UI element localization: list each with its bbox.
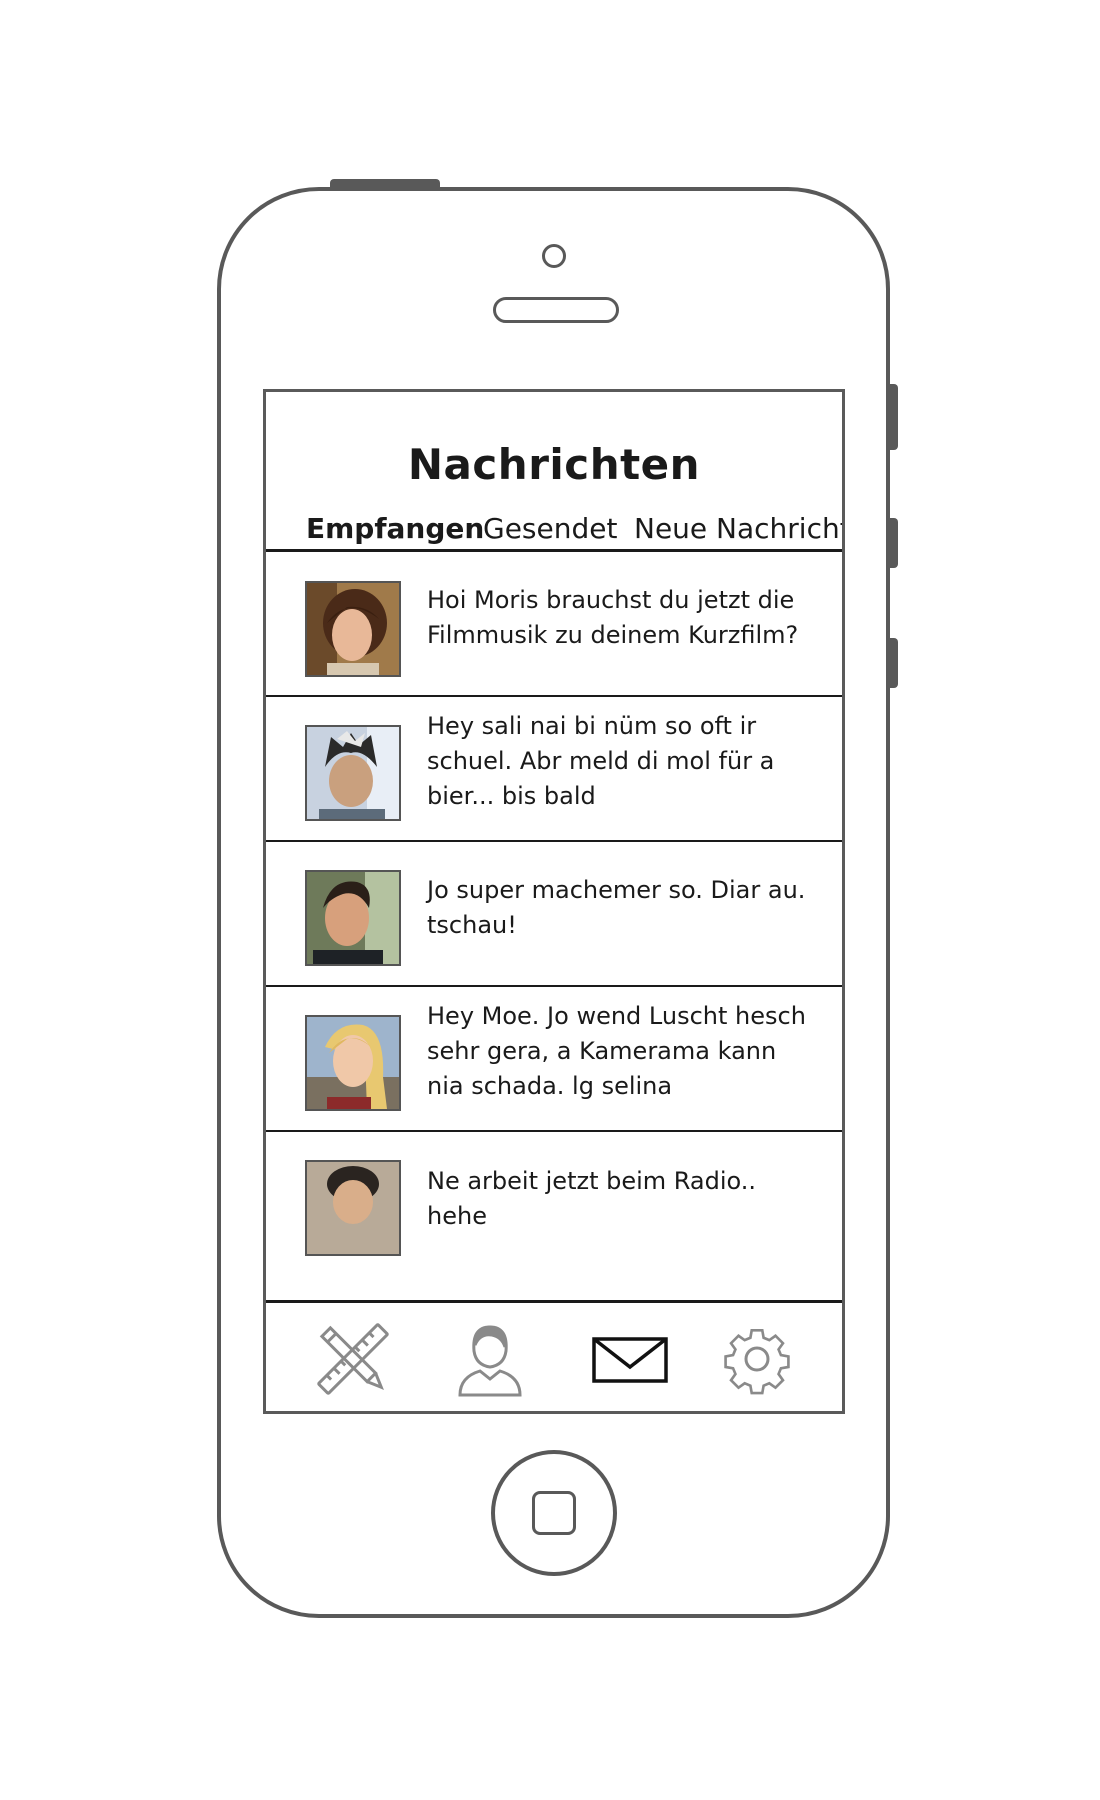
message-row[interactable]: Hey sali nai bi nüm so oft ir schuel. Ab… xyxy=(266,697,842,842)
avatar xyxy=(305,870,401,966)
home-button[interactable] xyxy=(491,1450,617,1576)
message-text: Hey sali nai bi nüm so oft ir schuel. Ab… xyxy=(427,712,775,810)
avatar xyxy=(305,1015,401,1111)
ruler-pencil-icon[interactable] xyxy=(313,1321,393,1397)
phone-screen: Nachrichten Empfangen Gesendet Neue Nach… xyxy=(263,389,845,1414)
message-row[interactable]: Hoi Moris brauchst du jetzt die Filmmusi… xyxy=(266,552,842,697)
tab-empfangen[interactable]: Empfangen xyxy=(306,512,484,545)
home-square-icon xyxy=(532,1491,576,1535)
gear-icon[interactable] xyxy=(717,1321,797,1397)
message-row[interactable]: Ne arbeit jetzt beim Radio.. hehe xyxy=(266,1132,842,1275)
message-row[interactable]: Jo super machemer so. Diar au. tschau! xyxy=(266,842,842,987)
volume-up-button[interactable] xyxy=(889,518,898,568)
earpiece-speaker xyxy=(493,297,619,323)
volume-down-button[interactable] xyxy=(889,638,898,688)
message-text: Ne arbeit jetzt beim Radio.. hehe xyxy=(427,1167,757,1230)
mute-switch[interactable] xyxy=(889,384,898,450)
avatar xyxy=(305,1160,401,1256)
tab-bar: Empfangen Gesendet Neue Nachricht xyxy=(266,512,842,552)
page-title: Nachrichten xyxy=(407,440,701,489)
user-icon[interactable] xyxy=(450,1321,530,1397)
message-text: Hey Moe. Jo wend Luscht hesch sehr gera,… xyxy=(427,1002,806,1100)
message-row[interactable]: Hey Moe. Jo wend Luscht hesch sehr gera,… xyxy=(266,987,842,1132)
message-text: Hoi Moris brauchst du jetzt die Filmmusi… xyxy=(427,586,799,649)
front-camera xyxy=(542,244,566,268)
envelope-icon[interactable] xyxy=(590,1321,670,1397)
tab-gesendet[interactable]: Gesendet xyxy=(483,512,617,545)
message-text: Jo super machemer so. Diar au. tschau! xyxy=(427,876,806,939)
avatar xyxy=(305,725,401,821)
tab-neue-nachricht[interactable]: Neue Nachricht xyxy=(634,512,842,545)
avatar xyxy=(305,581,401,677)
bottom-navigation xyxy=(266,1300,842,1411)
